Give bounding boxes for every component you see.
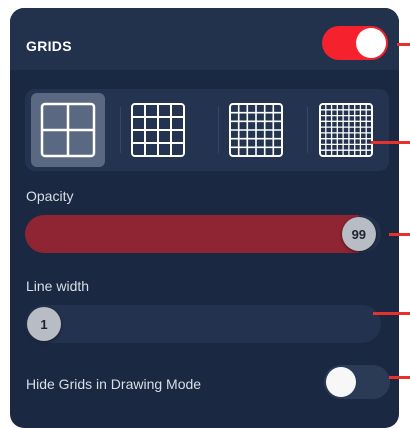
annotation-pointer bbox=[373, 312, 410, 315]
grid-option-2x2[interactable] bbox=[31, 93, 105, 167]
toggle-knob bbox=[326, 367, 356, 397]
hide-grids-toggle[interactable] bbox=[324, 365, 390, 399]
grid-2x2-icon bbox=[40, 102, 96, 158]
grid-6x6-icon bbox=[229, 103, 283, 157]
grid-4x4-icon bbox=[131, 103, 185, 157]
grid-option-6x6[interactable] bbox=[219, 93, 293, 167]
annotation-pointer bbox=[389, 233, 410, 236]
grid-option-4x4[interactable] bbox=[121, 93, 195, 167]
opacity-label: Opacity bbox=[26, 188, 74, 204]
annotation-pointer bbox=[389, 376, 410, 379]
line-width-label: Line width bbox=[26, 278, 90, 294]
line-width-slider[interactable] bbox=[25, 305, 381, 343]
annotation-pointer bbox=[397, 43, 410, 46]
grids-header: GRIDS bbox=[10, 8, 399, 70]
hide-grids-label: Hide Grids in Drawing Mode bbox=[26, 376, 202, 392]
grid-9x9-icon bbox=[319, 103, 373, 157]
grid-density-selector bbox=[25, 89, 389, 171]
annotation-pointer bbox=[371, 141, 410, 144]
toggle-knob bbox=[356, 28, 386, 58]
grids-enabled-toggle[interactable] bbox=[322, 26, 388, 60]
grid-option-9x9[interactable] bbox=[309, 93, 383, 167]
divider bbox=[307, 107, 308, 153]
grids-title: GRIDS bbox=[26, 38, 72, 54]
line-width-slider-thumb[interactable]: 1 bbox=[27, 307, 61, 341]
opacity-slider-fill bbox=[25, 215, 359, 253]
opacity-slider-thumb[interactable]: 99 bbox=[341, 217, 376, 251]
opacity-slider[interactable] bbox=[25, 215, 381, 253]
grids-settings-panel: GRIDS Opacity 99 Line width 1 Hide Grids… bbox=[10, 8, 399, 428]
